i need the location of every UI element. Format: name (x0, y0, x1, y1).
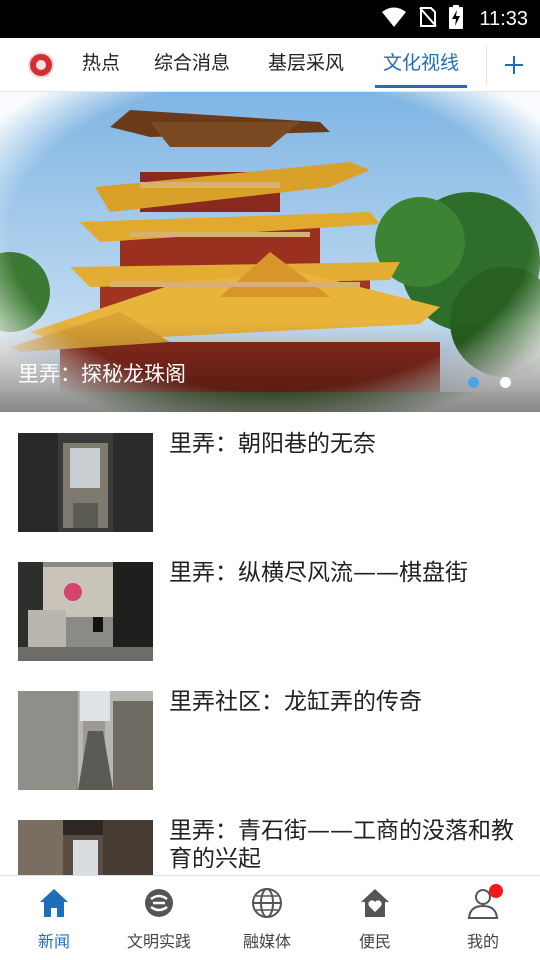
news-item[interactable]: 里弄：纵横尽风流——棋盘街 (0, 541, 540, 670)
status-bar: 11:33 (0, 0, 540, 38)
notification-badge (489, 884, 503, 898)
nav-label: 融媒体 (242, 932, 291, 951)
news-thumbnail (18, 820, 153, 875)
tab-general-news[interactable]: 综合消息 (154, 38, 230, 92)
news-item[interactable]: 里弄：青石街——工商的没落和教育的兴起 (0, 799, 540, 875)
slide-indicator-active[interactable] (468, 377, 479, 388)
nav-label: 便民 (358, 932, 391, 951)
wifi-icon (381, 6, 407, 32)
nav-news[interactable]: 新闻 (0, 876, 108, 960)
nav-mine[interactable]: 我的 (429, 876, 537, 960)
news-title: 里弄：朝阳巷的无奈 (169, 431, 376, 457)
no-sim-icon (419, 6, 438, 32)
bottom-navigation: 新闻 文明实践 融媒体 便民 我的 (0, 875, 540, 960)
nav-label: 新闻 (37, 932, 70, 951)
nav-media[interactable]: 融媒体 (213, 876, 321, 960)
news-thumbnail (18, 691, 153, 790)
news-thumbnail (18, 562, 153, 661)
news-item[interactable]: 里弄社区：龙缸弄的传奇 (0, 670, 540, 799)
add-channel-button[interactable] (496, 46, 532, 84)
globe-icon (252, 888, 282, 918)
status-icons: 11:33 (381, 0, 528, 38)
heart-house-icon (361, 889, 389, 917)
status-time: 11:33 (479, 7, 528, 30)
tab-divider (486, 46, 487, 84)
news-title: 里弄社区：龙缸弄的传奇 (169, 689, 422, 715)
practice-icon (145, 889, 173, 917)
tab-culture[interactable]: 文化视线 (374, 38, 468, 92)
plus-icon (505, 56, 523, 74)
nav-label: 文明实践 (126, 932, 191, 951)
app-logo[interactable] (28, 52, 54, 78)
nav-public-service[interactable]: 便民 (321, 876, 429, 960)
news-item[interactable]: 里弄：朝阳巷的无奈 (0, 412, 540, 541)
news-title: 里弄：青石街——工商的没落和教育的兴起 (169, 818, 514, 872)
tab-grassroots[interactable]: 基层采风 (268, 38, 344, 92)
banner-caption: 里弄：探秘龙珠阁 (18, 362, 186, 386)
news-list: 里弄：朝阳巷的无奈 里弄：纵横尽风流——棋盘街 里弄社区：龙缸弄的传奇 里弄：青… (0, 412, 540, 875)
tab-hot[interactable]: 热点 (82, 38, 120, 92)
nav-civic-practice[interactable]: 文明实践 (105, 876, 213, 960)
featured-banner[interactable]: 里弄：探秘龙珠阁 (0, 92, 540, 412)
slide-indicator[interactable] (500, 377, 511, 388)
news-title: 里弄：纵横尽风流——棋盘街 (169, 560, 468, 586)
battery-charging-icon (449, 5, 464, 33)
nav-label: 我的 (466, 932, 499, 951)
news-thumbnail (18, 433, 153, 532)
home-icon (40, 889, 68, 917)
channel-tab-bar: 热点 综合消息 基层采风 文化视线 (0, 38, 540, 92)
